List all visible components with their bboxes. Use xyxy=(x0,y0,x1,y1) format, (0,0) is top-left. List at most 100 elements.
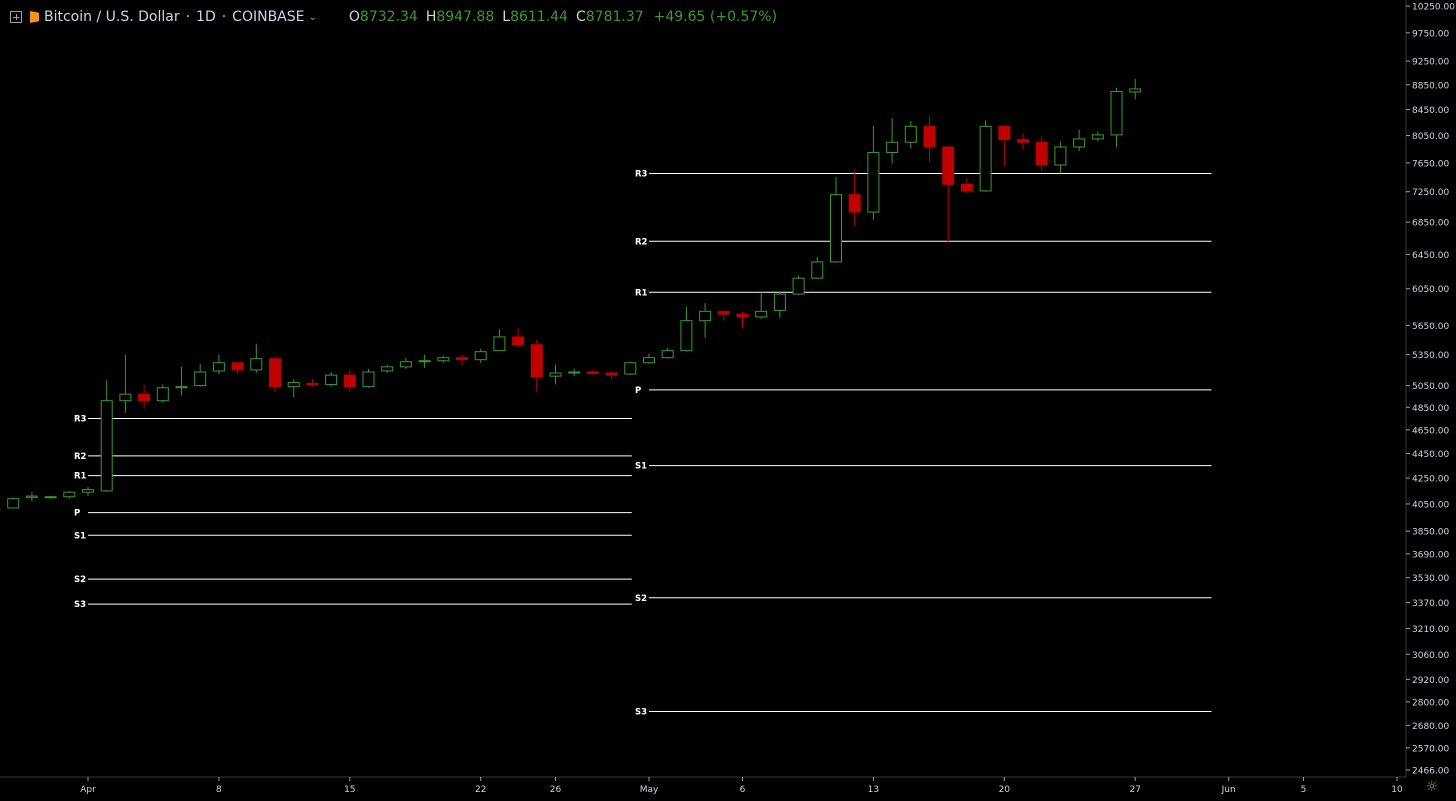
x-tick-label: 6 xyxy=(740,785,746,795)
y-tick-label: 6050.00 xyxy=(1412,285,1449,295)
candle-body-up xyxy=(7,498,20,509)
x-tick-label: Jun xyxy=(1221,785,1236,795)
candle-body-up xyxy=(904,125,917,143)
candle-body-up xyxy=(44,496,57,499)
candle-body-down xyxy=(605,372,618,376)
x-tick-label: Apr xyxy=(80,785,96,795)
y-tick-label: 2920.00 xyxy=(1412,676,1449,686)
y-tick-label: 4250.00 xyxy=(1412,475,1449,485)
y-tick-label: 3210.00 xyxy=(1412,625,1449,635)
candle-body-down xyxy=(1035,141,1048,166)
pivot-label-s2: S2 xyxy=(635,594,647,604)
pivot-label-p: P xyxy=(635,386,641,396)
y-tick-label: 5050.00 xyxy=(1412,382,1449,392)
pivot-label-s1: S1 xyxy=(74,531,86,541)
candle-body-down xyxy=(343,374,356,388)
candle-body-down xyxy=(512,336,525,346)
y-tick-label: 3850.00 xyxy=(1412,528,1449,538)
candle-body-up xyxy=(1073,138,1086,148)
candle-body-down xyxy=(586,371,599,375)
y-tick-label: 2680.00 xyxy=(1412,722,1449,732)
x-tick-label: 10 xyxy=(1391,785,1403,795)
candle-body-down xyxy=(269,358,281,388)
x-tick-label: 26 xyxy=(550,785,562,795)
candle-body-up xyxy=(194,371,207,387)
candle-body-up xyxy=(830,194,842,263)
candle-body-up xyxy=(979,125,992,192)
pivot-label-s1: S1 xyxy=(635,462,647,472)
candle-body-down xyxy=(717,310,730,315)
candle-body-up xyxy=(1129,88,1142,93)
x-tick-label: 5 xyxy=(1301,785,1307,795)
y-tick-label: 4650.00 xyxy=(1412,426,1449,436)
candle-body-up xyxy=(1110,90,1123,136)
y-tick-label: 8050.00 xyxy=(1412,132,1449,142)
y-tick-label: 8850.00 xyxy=(1412,81,1449,91)
y-tick-label: 4450.00 xyxy=(1412,450,1449,460)
candle-body-down xyxy=(138,393,151,402)
candle-body-up xyxy=(867,151,880,213)
candle-body-up xyxy=(437,357,450,362)
candle-body-up xyxy=(643,357,655,364)
candle-body-up xyxy=(212,362,225,372)
y-tick-label: 6450.00 xyxy=(1412,251,1449,261)
candle-body-down xyxy=(960,183,973,192)
x-tick-label: 22 xyxy=(475,785,486,795)
candle-body-down xyxy=(231,362,244,371)
pivot-label-p: P xyxy=(74,509,80,519)
pivot-label-s3: S3 xyxy=(74,600,86,610)
candle-body-down xyxy=(848,194,861,213)
price-chart[interactable]: 10250.00 9750.00 9250.00 8850.00 8450.00 8050… xyxy=(0,0,1456,801)
candle-body-up xyxy=(699,310,712,322)
candle-body-up xyxy=(119,393,132,402)
candle-body-up xyxy=(661,350,674,359)
candle-body-up xyxy=(624,362,637,375)
candle-body-up xyxy=(1054,146,1067,166)
candle-body-up xyxy=(474,351,487,361)
candle-body-up xyxy=(568,371,581,374)
y-tick-label: 2466.00 xyxy=(1412,767,1449,777)
candle-body-up xyxy=(792,277,805,295)
y-tick-label: 7650.00 xyxy=(1412,159,1449,169)
candle-body-up xyxy=(773,293,786,311)
y-tick-label: 3690.00 xyxy=(1412,550,1449,560)
y-tick-label: 3060.00 xyxy=(1412,651,1449,661)
pivot-label-r1: R1 xyxy=(74,472,87,482)
y-tick-label: 2570.00 xyxy=(1412,744,1449,754)
candle-body-down xyxy=(306,382,319,386)
candle-body-down xyxy=(942,146,955,185)
x-tick-label: 20 xyxy=(999,785,1011,795)
candle-body-down xyxy=(998,125,1011,141)
y-tick-label: 3530.00 xyxy=(1412,574,1449,584)
pivot-label-s3: S3 xyxy=(635,708,647,718)
candle-body-up xyxy=(886,141,899,153)
settings-gear-icon[interactable]: ☼ xyxy=(1425,779,1438,795)
x-tick-label: 27 xyxy=(1129,785,1140,795)
candle-body-down xyxy=(736,313,749,318)
x-tick-label: 8 xyxy=(216,785,222,795)
y-tick-label: 6850.00 xyxy=(1412,219,1449,229)
candle-body-down xyxy=(456,357,468,361)
y-tick-label: 4050.00 xyxy=(1412,500,1449,510)
candle-body-up xyxy=(25,495,38,498)
candle-body-up xyxy=(549,372,562,377)
candle-body-up xyxy=(381,366,394,372)
y-tick-label: 4850.00 xyxy=(1412,404,1449,414)
y-tick-label: 8450.00 xyxy=(1412,106,1449,116)
pivot-label-s2: S2 xyxy=(74,575,86,585)
candle-body-up xyxy=(63,491,76,498)
y-tick-label: 3370.00 xyxy=(1412,599,1449,609)
candle-body-up xyxy=(287,381,300,388)
candle-body-up xyxy=(755,310,768,318)
pivot-label-r3: R3 xyxy=(74,414,87,424)
candle-body-down xyxy=(1017,139,1029,143)
candle-body-down xyxy=(923,125,936,148)
y-tick-label: 10250.00 xyxy=(1412,3,1455,13)
candle-body-up xyxy=(100,400,113,492)
y-tick-label: 9750.00 xyxy=(1412,29,1449,39)
pivot-label-r2: R2 xyxy=(74,452,87,462)
candle-body-up xyxy=(399,361,412,368)
candle-body-up xyxy=(493,336,506,352)
y-tick-label: 7250.00 xyxy=(1412,188,1449,198)
y-tick-label: 2800.00 xyxy=(1412,698,1449,708)
